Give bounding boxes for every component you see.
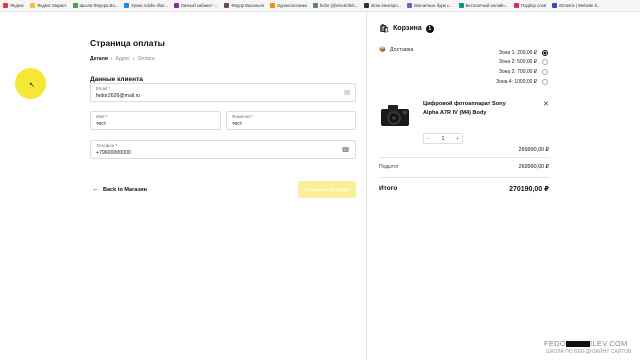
bookmark-item[interactable]: fedor (@electrofeb...	[312, 3, 358, 8]
phone-icon: ☎	[341, 147, 350, 154]
bookmark-item[interactable]: IDmetrix | Website S...	[552, 3, 601, 8]
subtotal-label: Подытог	[379, 164, 399, 170]
bookmark-item[interactable]: Яндекс Маркет	[30, 3, 67, 8]
favicon-icon	[364, 3, 370, 8]
delivery-label-row: 📦 Доставка	[379, 47, 413, 53]
favicon-icon	[458, 3, 464, 8]
back-to-shop-link[interactable]: ← Back to Магазин	[92, 186, 147, 193]
cart-header: 🛍 Корзина 1	[379, 24, 434, 33]
email-field[interactable]: Email * fedor2626@mail.ru ✉	[90, 83, 356, 102]
chevron-right-icon: ›	[132, 56, 135, 62]
breadcrumb-address[interactable]: Адрес	[116, 56, 130, 62]
watermark: FEDO ILEV.COM	[544, 339, 628, 348]
radio[interactable]	[542, 59, 548, 66]
back-label: Back to Магазин	[103, 186, 147, 193]
favicon-icon	[514, 3, 520, 8]
delivery-zones: Зона 1: 200,00 ₽ Зона 2: 500,00 ₽ Зона 2…	[458, 48, 548, 86]
bookmark-item[interactable]: Школа Фёдора Ва...	[72, 3, 118, 8]
bookmark-item[interactable]: Бесплатный онлайн...	[458, 3, 508, 8]
breadcrumb: Детали › Адрес › Оплата	[90, 56, 155, 62]
quantity-value: 1	[441, 135, 445, 142]
favicon-icon	[3, 3, 8, 8]
checkout-panel: ↖ Страница оплаты Детали › Адрес › Оплат…	[0, 12, 366, 360]
envelope-icon: ✉	[344, 90, 350, 97]
favicon-icon	[552, 3, 558, 8]
line-price: 269990,00 ₽	[518, 147, 549, 153]
radio[interactable]	[542, 68, 548, 75]
cart-panel: 🛍 Корзина 1 📦 Доставка Зона 1: 200,00 ₽ …	[366, 12, 640, 360]
bookmark-item[interactable]: Уроки Adobe Illus...	[124, 3, 168, 8]
favicon-icon	[312, 3, 318, 8]
divider	[379, 157, 550, 158]
cart-count-badge: 1	[425, 24, 434, 33]
product-name[interactable]: Цифровой фотоаппарат Sony Alpha A7R IV (…	[423, 100, 513, 117]
divider	[379, 177, 550, 178]
favicon-icon	[269, 3, 275, 8]
bookmarks-bar: Яндекс Яндекс Маркет Школа Фёдора Ва... …	[0, 0, 640, 12]
radio-selected[interactable]	[542, 49, 548, 56]
box-icon: 📦	[379, 47, 386, 53]
email-label: Email *	[96, 86, 110, 91]
zone-option[interactable]: Зона 4: 1000,00 ₽	[458, 77, 548, 87]
favicon-icon	[30, 3, 36, 8]
subtotal-value: 269990,00 ₽	[518, 164, 549, 170]
shopping-bag-icon: 🛍	[379, 24, 390, 33]
breadcrumb-payment[interactable]: Оплата	[138, 56, 155, 62]
mouse-cursor-icon: ↖	[29, 82, 35, 89]
favicon-icon	[407, 3, 413, 8]
bookmark-item[interactable]: Подбор слов	[514, 3, 546, 8]
quantity-stepper[interactable]: − 1 +	[423, 133, 463, 144]
favicon-icon	[72, 3, 78, 8]
arrow-left-icon: ←	[92, 186, 99, 193]
favicon-icon	[173, 3, 179, 8]
bookmark-item[interactable]: store.steampo...	[364, 3, 401, 8]
total-value: 270190,00 ₽	[509, 186, 549, 193]
camera-image	[381, 105, 409, 126]
favicon-icon	[224, 3, 230, 8]
delivery-label: Доставка	[389, 47, 414, 53]
breadcrumb-details[interactable]: Детали	[90, 56, 108, 62]
first-name-field[interactable]: Имя * тест	[90, 111, 221, 130]
phone-field[interactable]: Телефон * +79600000000 ☎	[90, 140, 356, 159]
bookmark-item[interactable]: Личный кабинет -...	[173, 3, 218, 8]
chevron-right-icon: ›	[110, 56, 113, 62]
zone-option[interactable]: Зона 2: 500,00 ₽	[458, 58, 548, 68]
radio[interactable]	[542, 78, 548, 85]
email-value[interactable]: fedor2626@mail.ru	[96, 93, 140, 99]
phone-value[interactable]: +79600000000	[96, 150, 131, 156]
last-name-value[interactable]: тест	[232, 121, 242, 127]
bookmark-item[interactable]: Фёдор Васильев	[224, 3, 264, 8]
last-name-label: Фамилия *	[232, 114, 254, 119]
last-name-field[interactable]: Фамилия * тест	[226, 111, 356, 130]
phone-label: Телефон *	[96, 143, 118, 148]
remove-item-icon[interactable]: ✕	[543, 100, 549, 108]
zone-option[interactable]: Зона 1: 200,00 ₽	[458, 48, 548, 58]
plus-icon[interactable]: +	[456, 136, 459, 142]
minus-icon[interactable]: −	[427, 136, 430, 142]
cart-title: Корзина	[393, 25, 422, 32]
total-label: Итого	[379, 185, 398, 192]
watermark-subtitle: ШКОЛА ПО ВЕБ-ДИЗАЙНУ САЙТОВ	[546, 349, 632, 355]
favicon-icon	[124, 3, 130, 8]
submit-button[interactable]: Сохранить на адрес	[298, 181, 356, 198]
first-name-value[interactable]: тест	[96, 121, 106, 127]
zone-option[interactable]: Зона 2: 700,00 ₽	[458, 67, 548, 77]
section-title: Данные клиента	[90, 76, 143, 83]
redaction-bar	[566, 341, 591, 348]
bookmark-item[interactable]: Магнитные бури с...	[407, 3, 453, 8]
bookmark-item[interactable]: Яндекс	[3, 3, 24, 8]
page-title: Страница оплаты	[90, 38, 165, 48]
first-name-label: Имя *	[96, 114, 108, 119]
bookmark-item[interactable]: Одноклассники	[269, 3, 307, 8]
